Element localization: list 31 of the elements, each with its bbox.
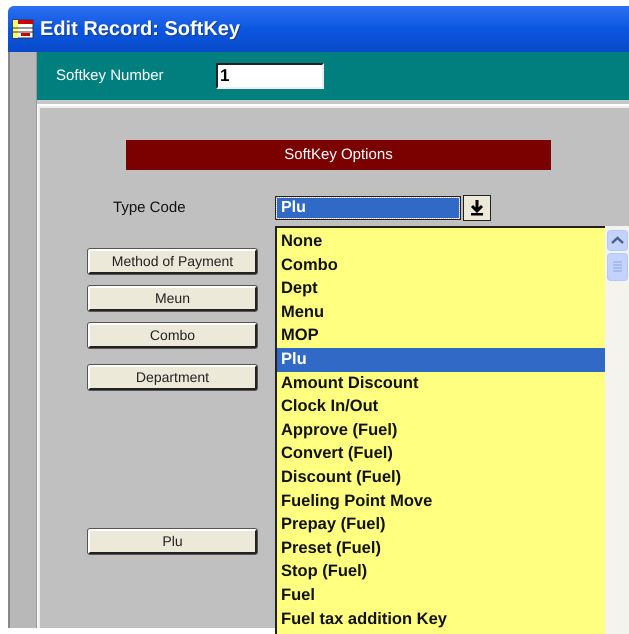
dropdown-option[interactable]: Discount (Fuel) [277, 466, 605, 490]
dropdown-option[interactable]: Prepay (Fuel) [277, 513, 605, 537]
dropdown-option[interactable]: Menu [277, 300, 605, 324]
table-icon [12, 19, 34, 39]
dropdown-option[interactable]: Clock In/Out [277, 395, 605, 419]
dropdown-option[interactable]: Amount Discount [277, 372, 605, 396]
form-button[interactable]: Department [88, 365, 257, 390]
scroll-bar[interactable] [605, 226, 629, 634]
softkey-number-field[interactable]: 1 [216, 63, 324, 89]
form-button[interactable]: Meun [88, 286, 257, 311]
dropdown-option[interactable]: Preset (Fuel) [277, 536, 605, 560]
dropdown-option[interactable]: MOP [277, 324, 605, 348]
dropdown-option[interactable]: None [277, 230, 605, 254]
dropdown-option[interactable]: Stop (Fuel) [277, 560, 605, 584]
form-button[interactable]: Method of Payment [88, 249, 257, 274]
dropdown-option[interactable]: Combo [277, 254, 605, 278]
dropdown-option[interactable]: Fuel [277, 584, 605, 608]
dropdown-option[interactable]: Fueling Point Move [277, 490, 605, 514]
form-button[interactable]: Combo [88, 323, 257, 348]
scroll-thumb-icon[interactable] [607, 253, 628, 281]
window-title: Edit Record: SoftKey [40, 17, 240, 42]
dropdown-option[interactable]: Dept [277, 277, 605, 301]
scroll-up-icon[interactable] [607, 230, 628, 251]
dropdown-option[interactable]: Plu [277, 348, 605, 372]
field-label: Type Code [113, 198, 187, 218]
dropdown-option[interactable]: Convert (Fuel) [277, 442, 605, 466]
dropdown-option[interactable]: Fuel tax addition Key [277, 608, 605, 632]
dropdown-option[interactable]: Approve (Fuel) [277, 418, 605, 442]
field-label: Softkey Number [56, 66, 165, 86]
form-button[interactable]: Plu [88, 529, 257, 554]
section-header: SoftKey Options [126, 140, 551, 170]
